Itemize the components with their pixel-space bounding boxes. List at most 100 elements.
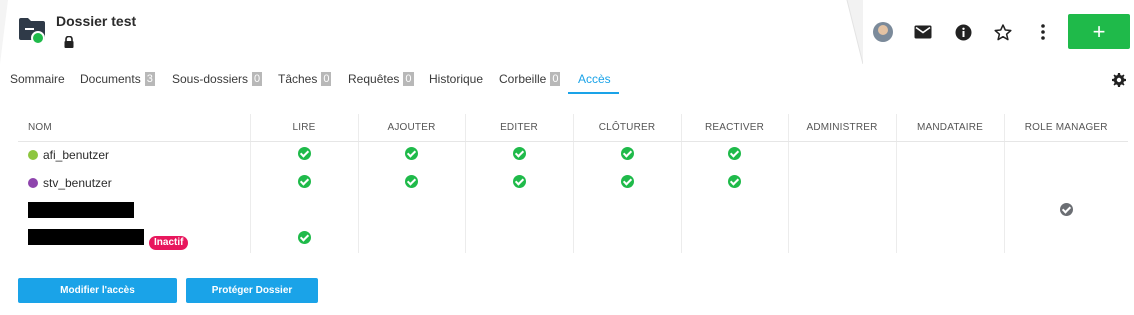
table-row[interactable]	[18, 197, 1128, 225]
tab-sous-dossiers[interactable]: Sous-dossiers 0	[172, 72, 263, 86]
header-edge	[0, 0, 8, 64]
group-icon	[28, 150, 38, 161]
header: Dossier test +	[0, 0, 1134, 64]
perm-cell[interactable]	[357, 169, 465, 197]
active-tab-indicator	[568, 92, 619, 94]
user-cell: Inactif	[18, 225, 250, 253]
perm-cell[interactable]	[895, 225, 1004, 253]
tab-label: Accès	[578, 72, 611, 86]
tab-historique[interactable]: Historique	[429, 72, 483, 86]
check-icon	[512, 175, 526, 188]
column-header: CLÔTURER	[572, 114, 681, 142]
table-header-row: NOM LIRE AJOUTER EDITER CLÔTURER REACTIV…	[18, 114, 1128, 142]
perm-cell[interactable]	[787, 225, 896, 253]
perm-cell[interactable]	[1003, 169, 1128, 197]
check-icon	[297, 175, 311, 188]
status-dot	[31, 31, 45, 45]
perm-cell[interactable]	[572, 225, 681, 253]
perm-cell[interactable]	[1003, 141, 1128, 169]
perm-cell[interactable]	[464, 197, 573, 225]
check-icon	[297, 231, 311, 244]
inactive-badge: Inactif	[149, 235, 189, 250]
perm-cell[interactable]	[464, 169, 573, 197]
tab-label: Sommaire	[10, 72, 65, 86]
protect-folder-button[interactable]: Protéger Dossier	[186, 278, 318, 303]
check-icon	[728, 147, 741, 161]
tab-label: Documents	[80, 72, 141, 86]
perm-cell[interactable]	[787, 197, 896, 225]
perm-cell[interactable]	[357, 225, 465, 253]
gear-icon[interactable]	[1112, 73, 1126, 87]
check-icon	[620, 147, 634, 161]
user-avatar-button[interactable]	[863, 0, 903, 64]
user-cell: stv_benutzer	[18, 169, 250, 197]
user-cell	[18, 197, 250, 225]
table-row[interactable]: afi_benutzer	[18, 141, 1128, 169]
tab-requetes[interactable]: Requêtes 0	[348, 72, 414, 86]
perm-cell[interactable]	[464, 225, 573, 253]
tab-acces[interactable]: Accès	[578, 72, 611, 86]
perm-cell[interactable]	[357, 197, 465, 225]
table-row[interactable]: stv_benutzer	[18, 169, 1128, 197]
tab-count: 0	[550, 72, 561, 86]
check-icon	[728, 175, 741, 188]
tab-count: 3	[144, 72, 155, 86]
mail-button[interactable]	[903, 0, 943, 64]
favorite-button[interactable]	[983, 0, 1023, 64]
perm-cell[interactable]	[787, 141, 896, 169]
redacted-name	[28, 201, 134, 218]
check-icon	[405, 175, 418, 188]
check-icon	[1059, 203, 1073, 216]
perm-cell[interactable]	[1003, 197, 1128, 225]
perm-cell[interactable]	[249, 225, 358, 253]
perm-cell[interactable]	[357, 141, 465, 169]
column-header: REACTIVER	[680, 114, 788, 142]
perm-cell[interactable]	[249, 197, 358, 225]
column-header: LIRE	[249, 114, 358, 142]
tab-label: Historique	[429, 72, 484, 86]
tab-label: Corbeille	[499, 72, 547, 86]
column-header: MANDATAIRE	[895, 114, 1004, 142]
perm-cell[interactable]	[572, 197, 681, 225]
more-button[interactable]	[1023, 0, 1063, 64]
perm-cell[interactable]	[249, 169, 358, 197]
tab-sommaire[interactable]: Sommaire	[10, 72, 65, 86]
info-button[interactable]	[943, 0, 983, 64]
perm-cell[interactable]	[787, 169, 896, 197]
column-header: AJOUTER	[357, 114, 465, 142]
tab-count: 0	[403, 72, 414, 86]
tab-corbeille[interactable]: Corbeille 0	[499, 72, 561, 86]
check-icon	[512, 147, 526, 161]
perm-cell[interactable]	[895, 169, 1004, 197]
tab-count: 0	[252, 72, 263, 86]
perm-cell[interactable]	[1003, 225, 1128, 253]
info-icon	[955, 24, 971, 40]
column-header: ROLE MANAGER	[1003, 114, 1128, 142]
perm-cell[interactable]	[680, 225, 788, 253]
star-icon	[994, 23, 1012, 40]
user-name: stv_benutzer	[43, 176, 112, 190]
check-icon	[297, 147, 311, 161]
tab-taches[interactable]: Tâches 0	[278, 72, 332, 86]
avatar	[873, 22, 893, 42]
perm-cell[interactable]	[572, 141, 681, 169]
perm-cell[interactable]	[895, 197, 1004, 225]
user-name: afi_benutzer	[43, 148, 110, 163]
tab-label: Requêtes	[348, 72, 400, 86]
perm-cell[interactable]	[572, 169, 681, 197]
perm-cell[interactable]	[680, 141, 788, 169]
column-header[interactable]: NOM	[18, 114, 250, 142]
perm-cell[interactable]	[464, 141, 573, 169]
table-row[interactable]: Inactif	[18, 225, 1128, 253]
tab-label: Sous-dossiers	[172, 72, 249, 86]
add-button[interactable]: +	[1068, 14, 1130, 49]
perm-cell[interactable]	[249, 141, 358, 169]
more-vertical-icon	[1041, 24, 1045, 40]
check-icon	[405, 147, 418, 161]
column-header: ADMINISTRER	[787, 114, 896, 142]
tab-documents[interactable]: Documents 3	[80, 72, 155, 86]
perm-cell[interactable]	[895, 141, 1004, 169]
perm-cell[interactable]	[680, 197, 788, 225]
modify-access-button[interactable]: Modifier l'accès	[18, 278, 177, 303]
perm-cell[interactable]	[680, 169, 788, 197]
